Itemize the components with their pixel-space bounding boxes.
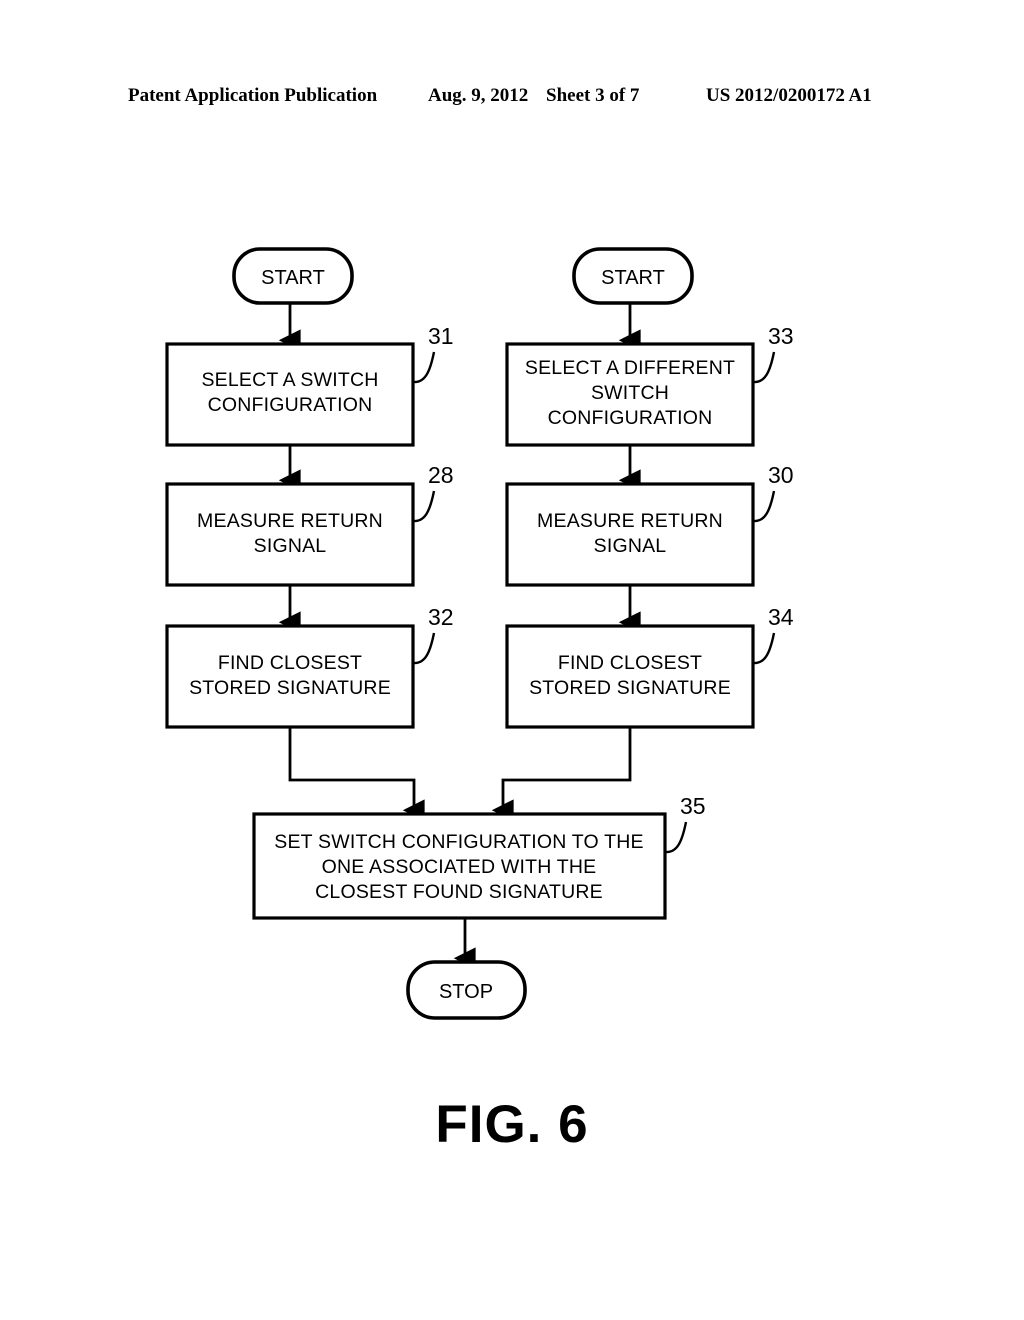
node-28-leader-line — [412, 490, 436, 523]
node-28-line-1: MEASURE RETURN — [197, 510, 383, 532]
start-right-label: START — [601, 267, 665, 289]
start-right-terminal: START — [572, 247, 694, 305]
node-30: MEASURE RETURN SIGNAL 30 — [505, 462, 794, 587]
node-30-line-2: SIGNAL — [594, 535, 667, 557]
node-33: SELECT A DIFFERENT SWITCH CONFIGURATION … — [505, 323, 794, 447]
node-34: FIND CLOSEST STORED SIGNATURE 34 — [505, 604, 794, 729]
edge-node-32-to-node-35 — [288, 727, 425, 822]
patent-figure-page: Patent Application Publication Aug. 9, 2… — [0, 0, 1024, 1320]
node-30-ref-number: 30 — [768, 462, 794, 488]
node-35-line-1: SET SWITCH CONFIGURATION TO THE — [274, 831, 644, 853]
node-31-line-1: SELECT A SWITCH — [201, 369, 378, 391]
node-33-leader-line — [752, 351, 776, 384]
node-31-ref-number: 31 — [428, 323, 454, 349]
node-34-ref-number: 34 — [768, 604, 794, 630]
stop-label: STOP — [439, 981, 493, 1003]
node-32-ref-number: 32 — [428, 604, 454, 630]
node-33-line-1: SELECT A DIFFERENT — [525, 357, 735, 379]
node-35-line-2: ONE ASSOCIATED WITH THE — [322, 856, 597, 878]
node-33-ref-number: 33 — [768, 323, 794, 349]
node-33-line-2: SWITCH — [591, 382, 669, 404]
node-32: FIND CLOSEST STORED SIGNATURE 32 — [165, 604, 454, 729]
node-34-leader-line — [752, 632, 776, 665]
node-35-ref-number: 35 — [680, 793, 706, 819]
figure-caption: FIG. 6 — [435, 1095, 589, 1154]
node-34-line-1: FIND CLOSEST — [558, 652, 702, 674]
node-31: SELECT A SWITCH CONFIGURATION 31 — [165, 323, 454, 447]
node-32-line-1: FIND CLOSEST — [218, 652, 362, 674]
node-35-line-3: CLOSEST FOUND SIGNATURE — [315, 881, 603, 903]
node-28-ref-number: 28 — [428, 462, 454, 488]
node-31-line-2: CONFIGURATION — [208, 394, 373, 416]
node-32-leader-line — [412, 632, 436, 665]
node-30-leader-line — [752, 490, 776, 523]
node-28-line-2: SIGNAL — [254, 535, 327, 557]
node-32-line-2: STORED SIGNATURE — [189, 677, 391, 699]
node-30-line-1: MEASURE RETURN — [537, 510, 723, 532]
node-33-line-3: CONFIGURATION — [548, 407, 713, 429]
node-35: SET SWITCH CONFIGURATION TO THE ONE ASSO… — [252, 793, 706, 920]
edge-node-34-to-node-35 — [491, 727, 632, 822]
node-28: MEASURE RETURN SIGNAL 28 — [165, 462, 454, 587]
node-34-line-2: STORED SIGNATURE — [529, 677, 731, 699]
start-left-terminal: START — [232, 247, 354, 305]
stop-terminal: STOP — [406, 960, 527, 1020]
node-31-leader-line — [412, 351, 436, 384]
node-35-leader-line — [664, 821, 688, 854]
start-left-label: START — [261, 267, 325, 289]
